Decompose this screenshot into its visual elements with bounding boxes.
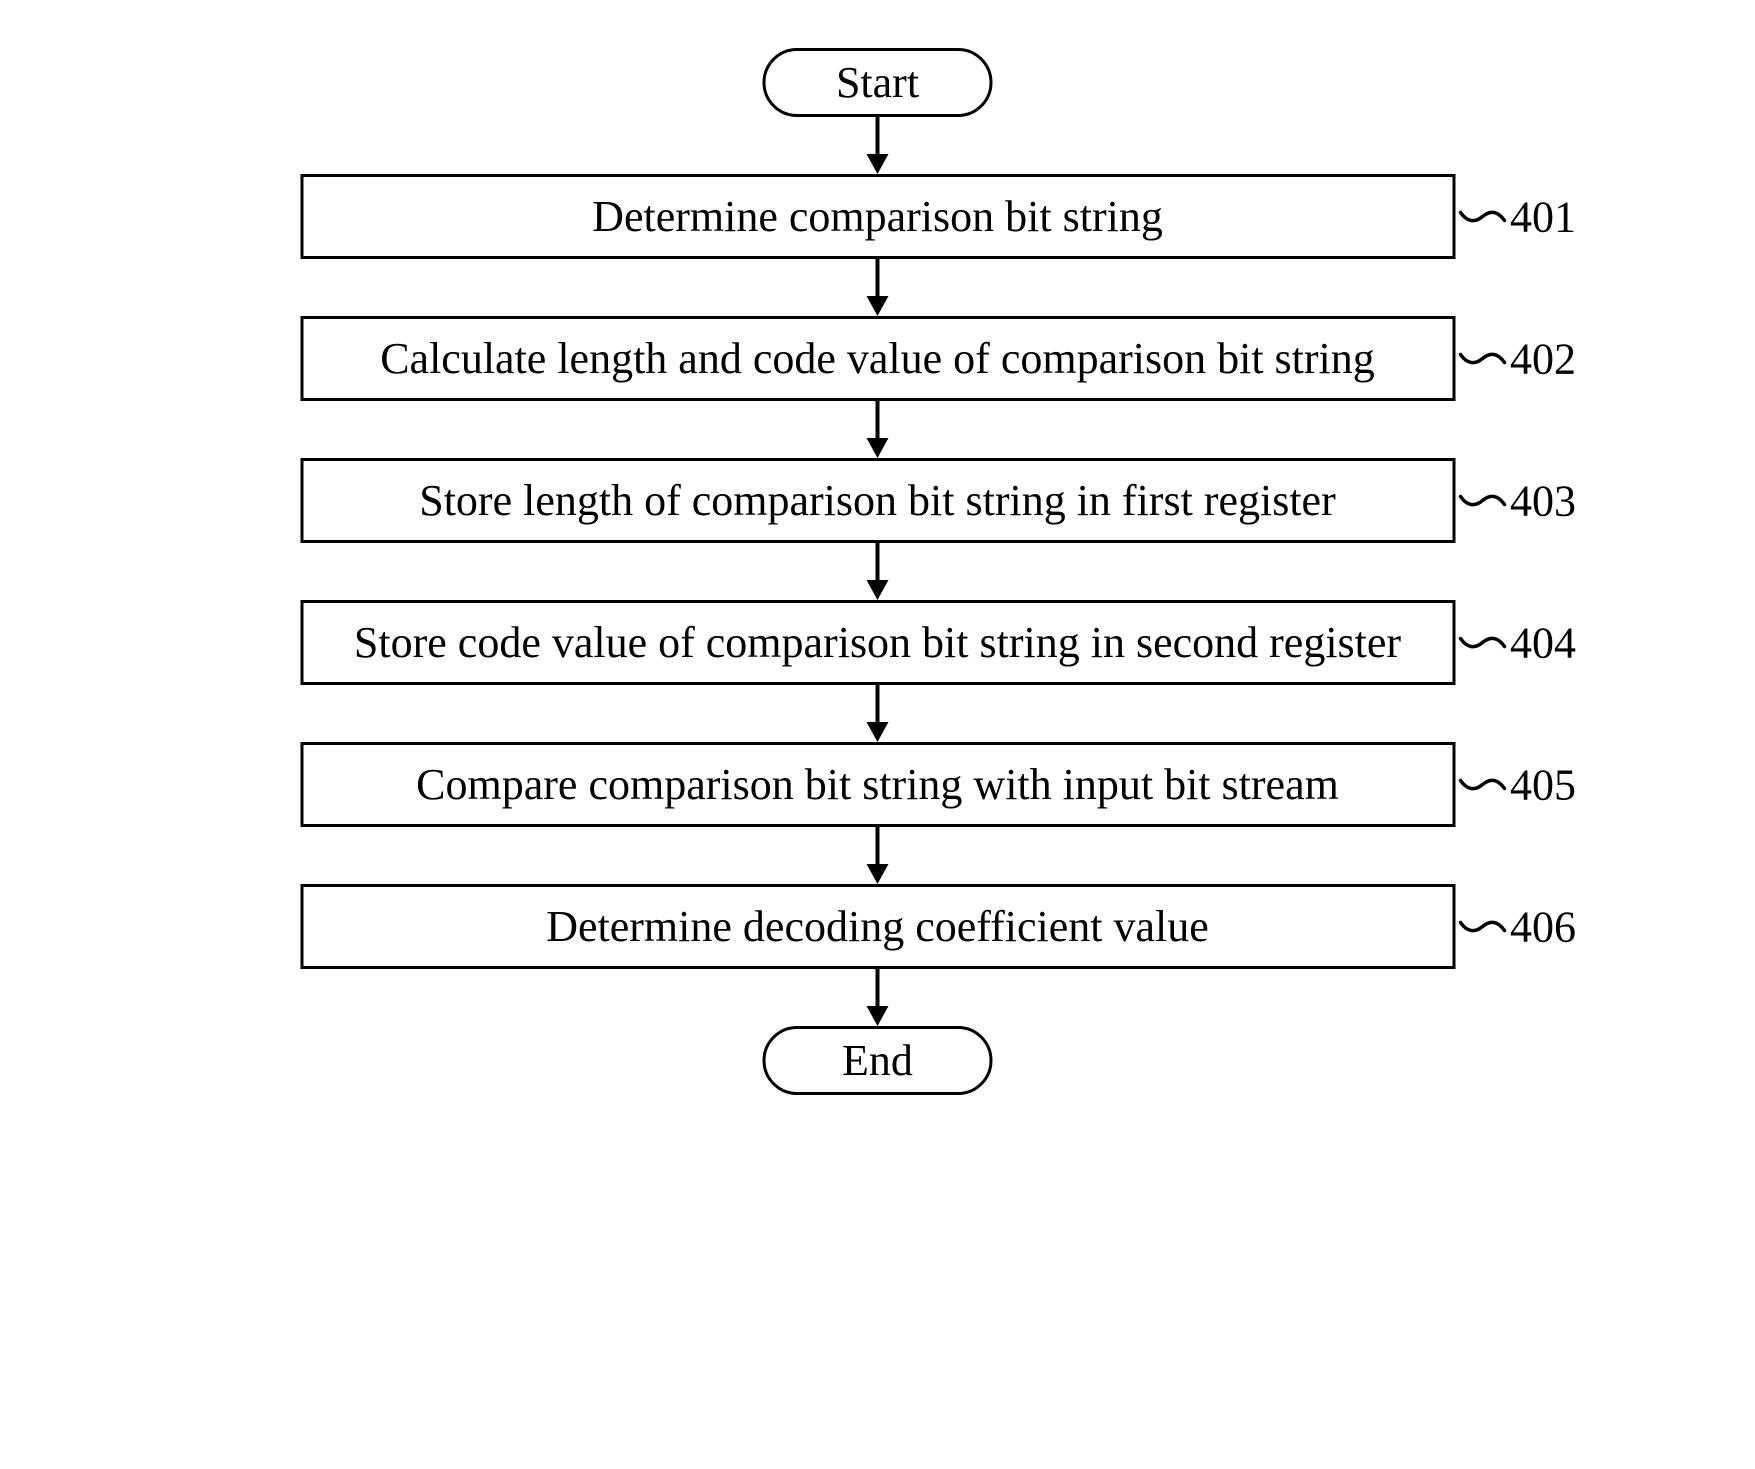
process-step-404: Store code value of comparison bit strin…: [300, 600, 1455, 685]
start-label: Start: [836, 58, 919, 107]
process-step-401: Determine comparison bit string 401: [300, 174, 1455, 259]
process-label: Compare comparison bit string with input…: [416, 760, 1339, 809]
process-step-406: Determine decoding coefficient value 406: [300, 884, 1455, 969]
ref-callout: 405: [1458, 759, 1576, 810]
leader-line-icon: [1458, 203, 1506, 231]
ref-number: 406: [1510, 901, 1576, 952]
ref-callout: 403: [1458, 475, 1576, 526]
arrow: [867, 259, 889, 316]
arrow: [867, 543, 889, 600]
leader-line-icon: [1458, 771, 1506, 799]
ref-number: 401: [1510, 191, 1576, 242]
process-label: Determine comparison bit string: [592, 192, 1163, 241]
flowchart: Start Determine comparison bit string 40…: [300, 48, 1455, 1095]
process-step-402: Calculate length and code value of compa…: [300, 316, 1455, 401]
leader-line-icon: [1458, 487, 1506, 515]
process-label: Determine decoding coefficient value: [546, 902, 1209, 951]
process-label: Store code value of comparison bit strin…: [354, 618, 1401, 667]
process-step-403: Store length of comparison bit string in…: [300, 458, 1455, 543]
process-label: Store length of comparison bit string in…: [419, 476, 1336, 525]
start-terminal: Start: [763, 48, 993, 117]
end-label: End: [842, 1036, 913, 1085]
ref-callout: 404: [1458, 617, 1576, 668]
ref-number: 403: [1510, 475, 1576, 526]
process-label: Calculate length and code value of compa…: [380, 334, 1375, 383]
arrow: [867, 401, 889, 458]
ref-callout: 402: [1458, 333, 1576, 384]
arrow: [867, 969, 889, 1026]
ref-number: 402: [1510, 333, 1576, 384]
ref-number: 404: [1510, 617, 1576, 668]
ref-callout: 401: [1458, 191, 1576, 242]
leader-line-icon: [1458, 913, 1506, 941]
ref-callout: 406: [1458, 901, 1576, 952]
arrow: [867, 827, 889, 884]
arrow: [867, 685, 889, 742]
arrow: [867, 117, 889, 174]
leader-line-icon: [1458, 629, 1506, 657]
leader-line-icon: [1458, 345, 1506, 373]
end-terminal: End: [763, 1026, 993, 1095]
ref-number: 405: [1510, 759, 1576, 810]
process-step-405: Compare comparison bit string with input…: [300, 742, 1455, 827]
